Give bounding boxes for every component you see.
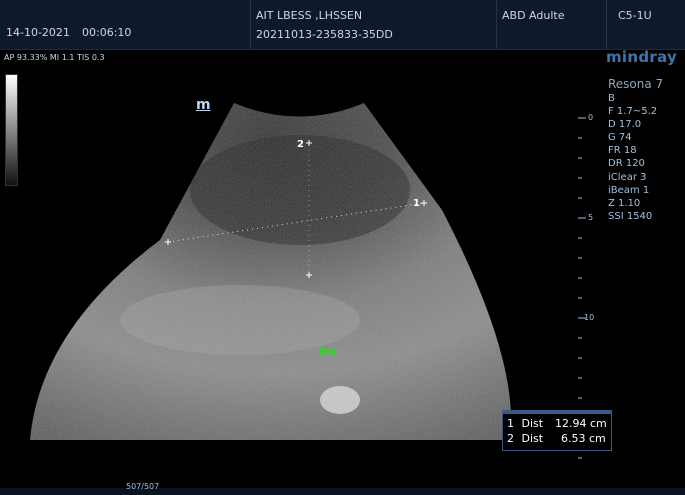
- image-params: B F 1.7~5.2 D 17.0 G 74 FR 18 DR 120 iCl…: [608, 92, 657, 223]
- param-iclear: iClear 3: [608, 171, 647, 183]
- depth-label-10: 10: [584, 313, 595, 322]
- depth-label-0: 0: [588, 113, 594, 122]
- cine-frame-counter: 507/507: [126, 482, 160, 491]
- measurement-index: 2: [507, 432, 514, 445]
- orientation-mark: m: [196, 97, 211, 113]
- cine-bar[interactable]: [0, 488, 685, 495]
- param-frame-rate: FR 18: [608, 145, 637, 157]
- annotation-label[interactable]: RK: [319, 345, 338, 359]
- param-zoom: Z 1.10: [608, 197, 641, 209]
- measurement-label: Dist: [521, 432, 544, 445]
- param-dynamic-range: DR 120: [608, 158, 645, 170]
- brand-logo: mindray: [606, 48, 678, 66]
- measurement-results: 1 Dist 12.94 cm 2 Dist 6.53 cm: [502, 410, 612, 451]
- device-model: Resona 7: [608, 77, 664, 91]
- caliper-label-1: 1: [413, 198, 420, 209]
- measurement-row: 2 Dist 6.53 cm: [507, 432, 606, 445]
- depth-label-5: 5: [588, 213, 594, 222]
- param-depth: D 17.0: [608, 119, 642, 131]
- param-mode: B: [608, 93, 615, 104]
- measurement-label: Dist: [521, 417, 544, 430]
- measurement-value: 6.53 cm: [561, 432, 606, 445]
- param-frequency: F 1.7~5.2: [608, 106, 658, 118]
- caliper-label-2: 2: [297, 139, 304, 150]
- measurement-row: 1 Dist 12.94 cm: [507, 417, 607, 430]
- param-ibeam: iBeam 1: [608, 184, 650, 196]
- depth-ruler: [578, 117, 586, 459]
- measurement-value: 12.94 cm: [555, 417, 607, 430]
- measurement-index: 1: [507, 417, 514, 430]
- param-ssi: SSI 1540: [608, 210, 653, 222]
- param-gain: G 74: [608, 132, 632, 144]
